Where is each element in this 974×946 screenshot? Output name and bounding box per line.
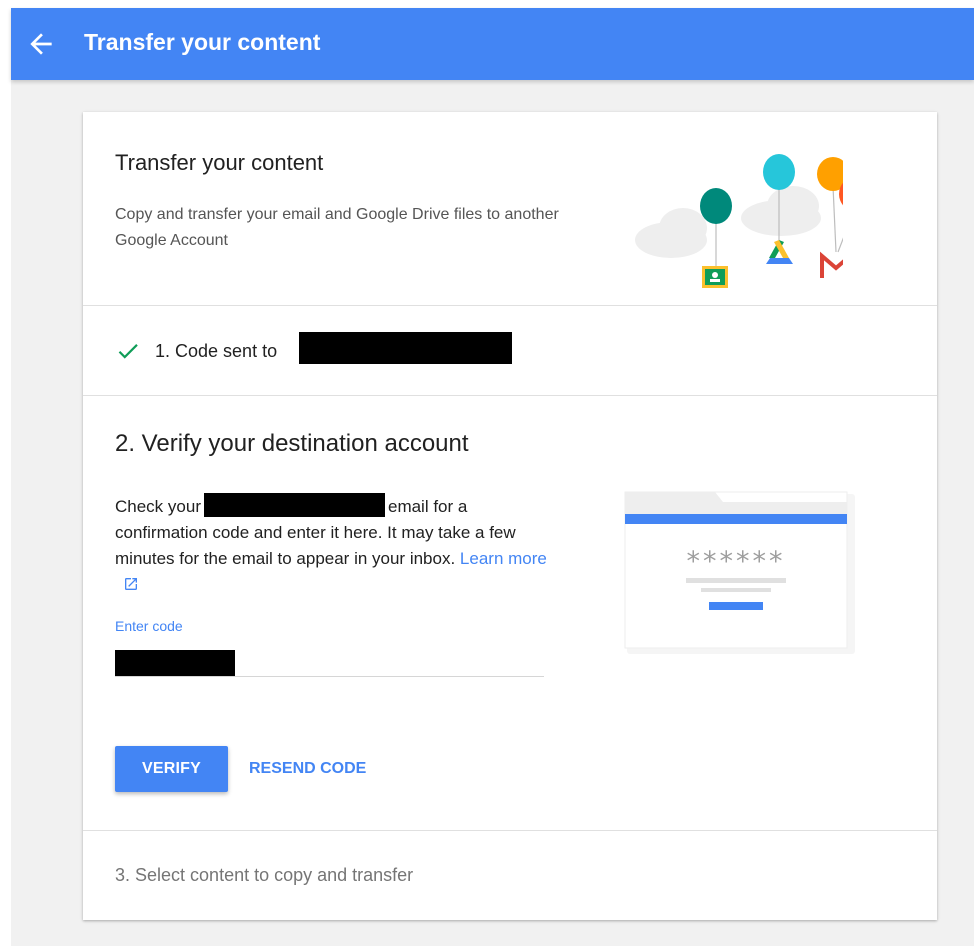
open-in-new-icon[interactable] bbox=[123, 576, 139, 592]
intro-title: Transfer your content bbox=[115, 150, 324, 175]
page-frame: Transfer your content Transfer your cont… bbox=[11, 8, 974, 946]
arrow-back-icon bbox=[30, 33, 52, 55]
instructions-text-start: Check your bbox=[115, 497, 201, 516]
redacted-source-email bbox=[299, 332, 512, 364]
intro-description: Copy and transfer your email and Google … bbox=[115, 206, 559, 249]
resend-code-button[interactable]: RESEND CODE bbox=[239, 746, 376, 792]
step-1-row: 1. Code sent to bbox=[115, 338, 277, 364]
step-2-title: 2. Verify your destination account bbox=[115, 430, 469, 457]
check-icon bbox=[118, 344, 138, 359]
redacted-code-value bbox=[115, 650, 235, 676]
masked-code-text: ****** bbox=[687, 546, 786, 577]
code-input[interactable] bbox=[115, 644, 544, 677]
gmail-icon bbox=[820, 251, 843, 278]
redacted-destination-email bbox=[203, 493, 385, 517]
drive-icon bbox=[766, 240, 793, 264]
transfer-illustration bbox=[635, 154, 843, 288]
learn-more-link[interactable]: Learn more bbox=[460, 549, 547, 568]
enter-code-label: Enter code bbox=[115, 618, 183, 634]
email-code-illustration: ****** bbox=[624, 491, 855, 654]
step-3-label[interactable]: 3. Select content to copy and transfer bbox=[115, 865, 413, 886]
classroom-icon bbox=[702, 266, 728, 288]
step-1-label: 1. Code sent to bbox=[155, 340, 278, 361]
verify-instructions: Check your email for a confirmation code … bbox=[115, 493, 555, 598]
intro-section: Transfer your content Copy and transfer … bbox=[83, 112, 937, 306]
back-button[interactable] bbox=[25, 28, 57, 60]
step-3-section: 3. Select content to copy and transfer bbox=[83, 831, 937, 920]
app-bar-title: Transfer your content bbox=[84, 29, 321, 55]
app-bar: Transfer your content bbox=[11, 8, 974, 80]
verify-button[interactable]: VERIFY bbox=[115, 746, 228, 792]
step-2-section: 2. Verify your destination account Check… bbox=[83, 396, 937, 831]
step-1-section: 1. Code sent to bbox=[83, 306, 937, 396]
transfer-card: Transfer your content Copy and transfer … bbox=[83, 112, 937, 920]
